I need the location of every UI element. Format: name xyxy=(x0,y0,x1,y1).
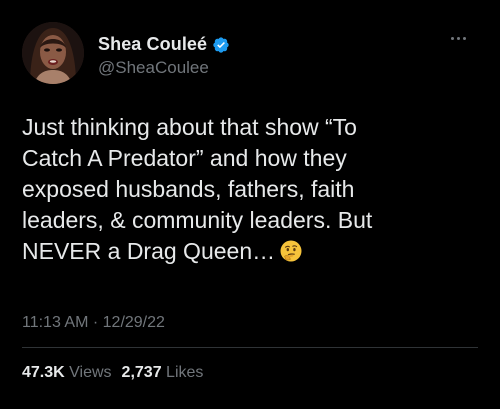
tweet-line-last: NEVER a Drag Queen… xyxy=(22,236,472,271)
tweet-date[interactable]: 12/29/22 xyxy=(103,314,165,331)
avatar-image xyxy=(22,22,84,84)
thinking-face-emoji xyxy=(279,239,303,271)
tweet-line: leaders, & community leaders. But xyxy=(22,207,373,233)
likes-label: Likes xyxy=(166,364,204,381)
likes-stat[interactable]: 2,737 Likes xyxy=(122,364,204,382)
views-label: Views xyxy=(69,364,112,381)
tweet-line: Just thinking about that show “To xyxy=(22,114,357,140)
meta-separator: · xyxy=(88,314,103,331)
verified-badge-icon xyxy=(212,36,230,54)
display-name[interactable]: Shea Couleé xyxy=(98,34,207,55)
tweet-timestamp[interactable]: 11:13 AM · 12/29/22 xyxy=(22,314,165,332)
views-stat[interactable]: 47.3K Views xyxy=(22,364,112,382)
likes-count: 2,737 xyxy=(121,364,162,381)
tweet-card: Shea Couleé @SheaCoulee Just thinking ab… xyxy=(0,0,500,409)
tweet-line: NEVER a Drag Queen… xyxy=(22,238,276,264)
views-count: 47.3K xyxy=(22,364,65,381)
more-options-icon[interactable] xyxy=(446,30,470,46)
handle[interactable]: @SheaCoulee xyxy=(98,58,209,78)
tweet-stats: 47.3K Views 2,737 Likes xyxy=(22,364,203,382)
tweet-line: exposed husbands, fathers, faith xyxy=(22,176,355,202)
tweet-line: Catch A Predator” and how they xyxy=(22,145,347,171)
author-name-row[interactable]: Shea Couleé xyxy=(98,34,230,55)
divider xyxy=(22,347,478,348)
avatar[interactable] xyxy=(22,22,84,84)
tweet-time[interactable]: 11:13 AM xyxy=(22,314,88,331)
tweet-text: Just thinking about that show “To Catch … xyxy=(22,112,472,271)
